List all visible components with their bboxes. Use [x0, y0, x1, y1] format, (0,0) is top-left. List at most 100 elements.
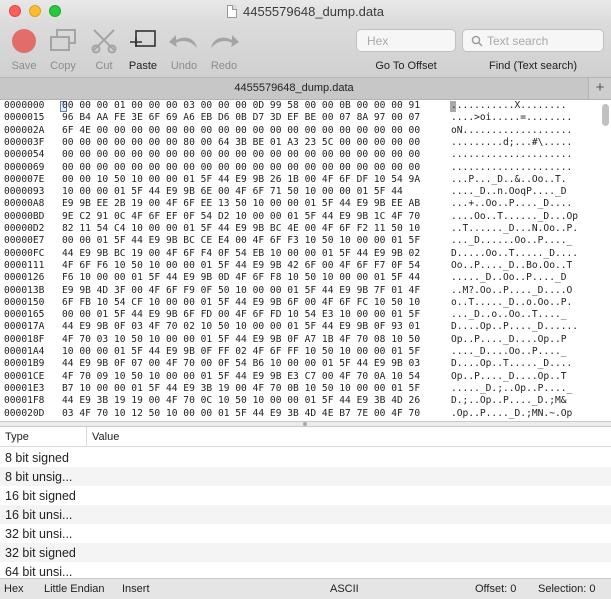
inspector-row[interactable]: 64 bit unsi...	[0, 562, 611, 578]
hex-row[interactable]: 000017A 44 E9 9B 0F 03 4F 70 02 10 50 10 …	[0, 321, 600, 333]
status-encoding[interactable]: ASCII	[330, 583, 359, 595]
hex-row[interactable]: 0000093 10 00 00 01 5F 44 E9 9B 6E 00 4F …	[0, 186, 600, 198]
paste-button[interactable]: Paste	[121, 26, 165, 72]
hex-row[interactable]: 00000FC 44 E9 9B BC 19 00 4F 6F F4 0F 54 …	[0, 248, 600, 260]
hex-bytes[interactable]: 4F 70 09 10 50 10 00 00 01 5F 44 E9 9B E…	[62, 371, 420, 383]
ascii-text[interactable]: ....Oo..T......_D...Op	[451, 211, 578, 223]
hex-bytes[interactable]: 44 E9 9B BC 19 00 4F 6F F4 0F 54 EB 10 0…	[62, 248, 420, 260]
inspector-row[interactable]: 32 bit unsi...	[0, 524, 611, 543]
ascii-text[interactable]: ..M?.Oo..P...._D....O	[451, 285, 572, 297]
hex-row[interactable]: 000020D 03 4F 70 10 12 50 10 00 00 01 5F …	[0, 408, 600, 420]
inspector-row[interactable]: 16 bit signed	[0, 486, 611, 505]
status-endian[interactable]: Little Endian	[44, 583, 105, 595]
hex-bytes[interactable]: 00 00 00 00 00 00 00 00 00 00 00 00 00 0…	[62, 162, 420, 174]
hex-bytes[interactable]: 9E C2 91 0C 4F 6F EF 0F 54 D2 10 00 00 0…	[62, 211, 420, 223]
hex-row[interactable]: 0000165 00 00 01 5F 44 E9 9B 6F FD 00 4F …	[0, 309, 600, 321]
ascii-text[interactable]: ....._D..Oo..P...._D	[451, 272, 567, 284]
type-column-header[interactable]: Type	[5, 431, 29, 443]
ascii-text[interactable]: Oo..P...._D..Bo.Oo..T	[451, 260, 572, 272]
ascii-text[interactable]: ...._D..n.OoqP...._D	[451, 186, 567, 198]
ascii-text[interactable]: .........d;...#\.....	[451, 137, 572, 149]
hex-bytes[interactable]: 82 11 54 C4 10 00 00 01 5F 44 E9 9B BC 4…	[62, 223, 420, 235]
hex-row[interactable]: 000002A 6F 4E 00 00 00 00 00 00 00 00 00 …	[0, 125, 600, 137]
save-button[interactable]: Save	[2, 26, 46, 72]
ascii-text[interactable]: Op..P...._D....Op..P	[451, 334, 567, 346]
hex-bytes[interactable]: 6F 4E 00 00 00 00 00 00 00 00 00 00 00 0…	[62, 125, 420, 137]
hex-bytes[interactable]: 03 4F 70 10 12 50 10 00 00 01 5F 44 E9 3…	[62, 408, 420, 420]
hex-bytes[interactable]: 44 E9 3B 19 19 00 4F 70 0C 10 50 10 00 0…	[62, 395, 420, 407]
ascii-text[interactable]: D.;..Op..P...._D.;M&	[451, 395, 567, 407]
ascii-text[interactable]: D....Op..P...._D......	[451, 321, 578, 333]
ascii-text[interactable]: ....._D.;..Op..P...._	[451, 383, 572, 395]
hex-bytes[interactable]: E9 9B 4D 3F 00 4F 6F F9 0F 50 10 00 00 0…	[62, 285, 420, 297]
hex-scrollbar-thumb[interactable]	[602, 104, 609, 126]
inspector-row[interactable]: 8 bit unsig...	[0, 467, 611, 486]
status-insert-mode[interactable]: Insert	[122, 583, 150, 595]
hex-bytes[interactable]: F6 10 00 00 01 5F 44 E9 9B 0D 4F 6F F8 1…	[62, 272, 420, 284]
hex-bytes[interactable]: 44 E9 9B 0F 07 00 4F 70 00 0F 54 B6 10 0…	[62, 358, 420, 370]
ascii-text[interactable]: .....................	[451, 149, 572, 161]
ascii-text[interactable]: ..T......_D...N.Oo..P.	[451, 223, 578, 235]
hex-bytes[interactable]: 4F 70 03 10 50 10 00 00 01 5F 44 E9 9B 0…	[62, 334, 420, 346]
ascii-text[interactable]: oN...................	[451, 125, 572, 137]
hex-row[interactable]: 0000069 00 00 00 00 00 00 00 00 00 00 00 …	[0, 162, 600, 174]
ascii-text[interactable]: ..._D......Oo..P...._	[451, 235, 572, 247]
ascii-text[interactable]: o..T....._D..o.Oo..P.	[451, 297, 572, 309]
add-tab-button[interactable]: +	[589, 78, 611, 99]
hex-bytes[interactable]: 00 00 00 01 00 00 00 03 00 00 00 0D 99 5…	[62, 100, 420, 112]
hex-row[interactable]: 00001CE 4F 70 09 10 50 10 00 00 01 5F 44 …	[0, 371, 600, 383]
hex-row[interactable]: 00000BD 9E C2 91 0C 4F 6F EF 0F 54 D2 10 …	[0, 211, 600, 223]
hex-bytes[interactable]: 10 00 00 01 5F 44 E9 9B 0F FF 02 4F 6F F…	[62, 346, 420, 358]
hex-row[interactable]: 0000000 00 00 00 01 00 00 00 03 00 00 00 …	[0, 100, 600, 112]
ascii-text[interactable]: ....>oi.....=........	[451, 112, 572, 124]
hex-row[interactable]: 00000E7 00 00 01 5F 44 E9 9B BC CE E4 00 …	[0, 235, 600, 247]
hex-editor-view[interactable]: 0000000 00 00 00 01 00 00 00 03 00 00 00 …	[0, 100, 611, 421]
hex-bytes[interactable]: B7 10 00 00 01 5F 44 E9 3B 19 00 4F 70 0…	[62, 383, 420, 395]
redo-button[interactable]: Redo	[202, 26, 246, 72]
hex-bytes[interactable]: E9 9B EE 2B 19 00 4F 6F EE 13 50 10 00 0…	[62, 198, 420, 210]
hex-row[interactable]: 00000D2 82 11 54 C4 10 00 00 01 5F 44 E9 …	[0, 223, 600, 235]
hex-bytes[interactable]: 00 00 10 50 10 00 00 01 5F 44 E9 9B 26 1…	[62, 174, 420, 186]
ascii-text[interactable]: ...........X........	[451, 100, 567, 112]
hex-bytes[interactable]: 6F FB 10 54 CF 10 00 00 01 5F 44 E9 9B 6…	[62, 297, 420, 309]
hex-row[interactable]: 000003F 00 00 00 00 00 00 00 80 00 64 3B …	[0, 137, 600, 149]
ascii-text[interactable]: Op..P...._D....Op..T	[451, 371, 567, 383]
inspector-row[interactable]: 16 bit unsi...	[0, 505, 611, 524]
hex-bytes[interactable]: 96 B4 AA FE 3E 6F 69 A6 EB D6 0B D7 3D E…	[62, 112, 420, 124]
hex-row[interactable]: 00001B9 44 E9 9B 0F 07 00 4F 70 00 0F 54 …	[0, 358, 600, 370]
hex-row[interactable]: 0000150 6F FB 10 54 CF 10 00 00 01 5F 44 …	[0, 297, 600, 309]
hex-row[interactable]: 000018F 4F 70 03 10 50 10 00 00 01 5F 44 …	[0, 334, 600, 346]
inspector-row[interactable]: 32 bit signed	[0, 543, 611, 562]
hex-offset-input[interactable]: Hex	[356, 29, 456, 52]
text-search-input[interactable]: Text search	[462, 29, 604, 52]
hex-bytes[interactable]: 10 00 00 01 5F 44 E9 9B 6E 00 4F 6F 71 5…	[62, 186, 403, 198]
ascii-text[interactable]: .....................	[451, 162, 572, 174]
hex-row[interactable]: 0000111 4F 6F F6 10 50 10 00 00 01 5F 44 …	[0, 260, 600, 272]
copy-button[interactable]: Copy	[41, 26, 85, 72]
ascii-text[interactable]: ...+..Oo..P...._D....	[451, 198, 572, 210]
hex-row[interactable]: 0000054 00 00 00 00 00 00 00 00 00 00 00 …	[0, 149, 600, 161]
hex-bytes[interactable]: 00 00 01 5F 44 E9 9B 6F FD 00 4F 6F FD 1…	[62, 309, 420, 321]
hex-row[interactable]: 00001E3 B7 10 00 00 01 5F 44 E9 3B 19 00 …	[0, 383, 600, 395]
inspector-row[interactable]: 8 bit signed	[0, 448, 611, 467]
ascii-text[interactable]: .Op..P...._D.;MN.~.Op	[451, 408, 572, 420]
cut-button[interactable]: Cut	[82, 26, 126, 72]
status-mode[interactable]: Hex	[4, 583, 24, 595]
hex-row[interactable]: 0000126 F6 10 00 00 01 5F 44 E9 9B 0D 4F …	[0, 272, 600, 284]
ascii-text[interactable]: ...P..._D..&..Oo..T.	[451, 174, 567, 186]
hex-bytes[interactable]: 00 00 00 00 00 00 00 00 00 00 00 00 00 0…	[62, 149, 420, 161]
hex-bytes[interactable]: 44 E9 9B 0F 03 4F 70 02 10 50 10 00 00 0…	[62, 321, 420, 333]
hex-bytes[interactable]: 00 00 01 5F 44 E9 9B BC CE E4 00 4F 6F F…	[62, 235, 420, 247]
hex-row[interactable]: 00000A8 E9 9B EE 2B 19 00 4F 6F EE 13 50 …	[0, 198, 600, 210]
hex-row[interactable]: 000007E 00 00 10 50 10 00 00 01 5F 44 E9 …	[0, 174, 600, 186]
hex-row[interactable]: 00001A4 10 00 00 01 5F 44 E9 9B 0F FF 02 …	[0, 346, 600, 358]
hex-row[interactable]: 00001F8 44 E9 3B 19 19 00 4F 70 0C 10 50 …	[0, 395, 600, 407]
tab-dump-data[interactable]: 4455579648_dump.data	[0, 78, 589, 99]
hex-row[interactable]: 000013B E9 9B 4D 3F 00 4F 6F F9 0F 50 10 …	[0, 285, 600, 297]
hex-bytes[interactable]: 4F 6F F6 10 50 10 00 00 01 5F 44 E9 9B 4…	[62, 260, 420, 272]
ascii-text[interactable]: ..._D..o..Oo..T...._	[451, 309, 567, 321]
hex-row[interactable]: 0000015 96 B4 AA FE 3E 6F 69 A6 EB D6 0B …	[0, 112, 600, 124]
undo-button[interactable]: Undo	[162, 26, 206, 72]
ascii-text[interactable]: D.....Oo..T....._D....	[451, 248, 578, 260]
value-column-header[interactable]: Value	[86, 427, 119, 447]
